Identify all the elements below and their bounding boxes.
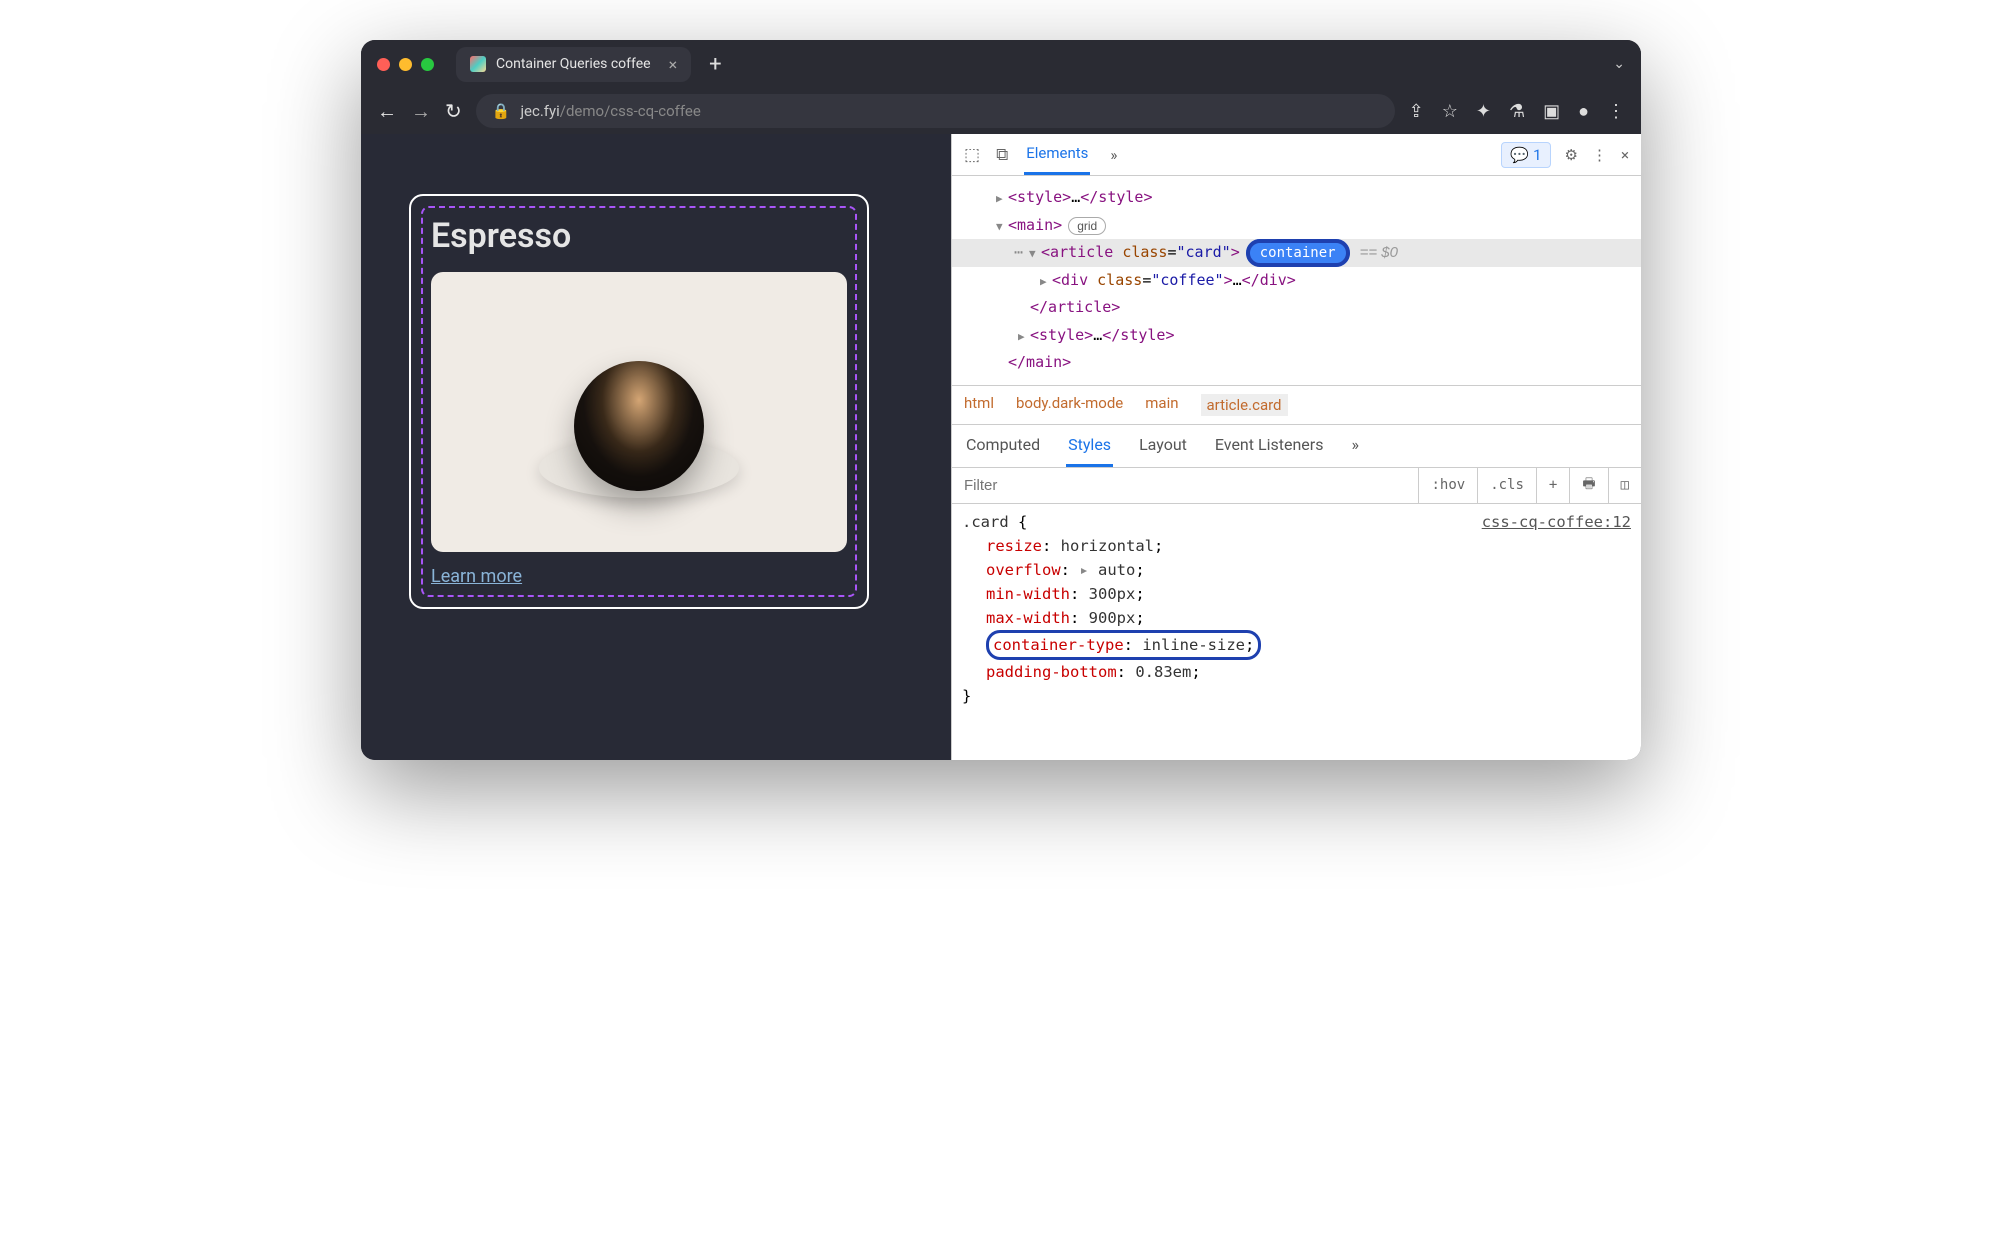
back-button[interactable]: ←	[377, 99, 397, 124]
filter-input[interactable]	[952, 477, 1418, 494]
tab-more[interactable]: »	[1108, 136, 1119, 174]
filter-bar: :hov .cls + 🖶 ◫	[952, 468, 1641, 504]
css-decl-highlighted[interactable]: container-type: inline-size;	[962, 630, 1631, 660]
address-bar: ← → ↻ 🔒 jec.fyi/demo/css-cq-coffee ⇪ ☆ ✦…	[361, 88, 1641, 134]
breadcrumb-item[interactable]: body.dark-mode	[1016, 394, 1123, 416]
devtools-header: ⬚ ⧉ Elements » 💬 1 ⚙ ⋮ ×	[952, 134, 1641, 176]
subtab-more[interactable]: »	[1349, 425, 1361, 467]
device-toggle-icon[interactable]: ⧉	[996, 145, 1008, 165]
toggle-panel-icon[interactable]: ◫	[1608, 468, 1641, 503]
forward-button[interactable]: →	[411, 99, 431, 124]
share-icon[interactable]: ⇪	[1409, 101, 1424, 122]
more-menu-icon[interactable]: ⋮	[1607, 101, 1625, 122]
subtab-events[interactable]: Event Listeners	[1213, 425, 1326, 467]
minimize-window-icon[interactable]	[399, 58, 412, 71]
messages-badge[interactable]: 💬 1	[1501, 142, 1550, 168]
close-window-icon[interactable]	[377, 58, 390, 71]
css-decl[interactable]: overflow: ▸ auto;	[962, 558, 1631, 582]
subtab-computed[interactable]: Computed	[964, 425, 1042, 467]
webpage: Espresso Learn more	[361, 134, 951, 760]
subtab-styles[interactable]: Styles	[1066, 425, 1113, 467]
styles-pane[interactable]: css-cq-coffee:12 .card { resize: horizon…	[952, 504, 1641, 714]
css-decl[interactable]: min-width: 300px;	[962, 582, 1631, 606]
tabs-menu-icon[interactable]: ⌄	[1613, 56, 1625, 72]
source-link[interactable]: css-cq-coffee:12	[1482, 510, 1631, 534]
url-text: jec.fyi/demo/css-cq-coffee	[520, 102, 700, 120]
breadcrumb-item-selected[interactable]: article.card	[1201, 394, 1288, 416]
dom-tree[interactable]: ▶<style>…</style> ▼<main>grid ⋯▼<article…	[952, 176, 1641, 385]
css-decl[interactable]: resize: horizontal;	[962, 534, 1631, 558]
traffic-lights	[377, 58, 434, 71]
card: Espresso Learn more	[409, 194, 869, 609]
styles-subtabs: Computed Styles Layout Event Listeners »	[952, 425, 1641, 468]
lock-icon: 🔒	[492, 102, 511, 120]
extensions-icon[interactable]: ✦	[1476, 101, 1491, 122]
favicon-icon	[470, 56, 486, 72]
settings-icon[interactable]: ⚙	[1565, 146, 1578, 164]
subtab-layout[interactable]: Layout	[1137, 425, 1189, 467]
breadcrumb-item[interactable]: main	[1145, 394, 1178, 416]
breadcrumb: html body.dark-mode main article.card	[952, 385, 1641, 425]
devtools-right: 💬 1 ⚙ ⋮ ×	[1501, 142, 1629, 168]
hov-toggle[interactable]: :hov	[1418, 468, 1477, 503]
url-input[interactable]: 🔒 jec.fyi/demo/css-cq-coffee	[476, 94, 1395, 128]
tab-title: Container Queries coffee	[496, 56, 651, 72]
pin-icon[interactable]: 🖶	[1569, 468, 1607, 503]
dom-line[interactable]: ▶<style>…</style>	[952, 322, 1641, 350]
dom-line[interactable]: </article>	[952, 294, 1641, 322]
learn-more-link[interactable]: Learn more	[431, 566, 522, 587]
devtools: ⬚ ⧉ Elements » 💬 1 ⚙ ⋮ × ▶<style>…</styl…	[951, 134, 1641, 760]
grid-badge[interactable]: grid	[1068, 217, 1106, 235]
new-tab-button[interactable]: +	[709, 52, 721, 77]
kebab-menu-icon[interactable]: ⋮	[1592, 146, 1607, 164]
inspect-icon[interactable]: ⬚	[964, 145, 980, 165]
coffee-image	[431, 272, 847, 552]
container-badge[interactable]: container	[1246, 239, 1350, 267]
tab-close-icon[interactable]: ×	[669, 55, 678, 74]
devtools-tabs: Elements »	[1024, 134, 1485, 175]
maximize-window-icon[interactable]	[421, 58, 434, 71]
titlebar: Container Queries coffee × + ⌄	[361, 40, 1641, 88]
dom-line[interactable]: ▶<div class="coffee">…</div>	[952, 267, 1641, 295]
account-icon[interactable]: ●	[1578, 101, 1589, 122]
css-rule-close: }	[962, 684, 1631, 708]
tab-elements[interactable]: Elements	[1024, 134, 1090, 175]
cls-toggle[interactable]: .cls	[1477, 468, 1536, 503]
bookmark-icon[interactable]: ☆	[1442, 101, 1458, 122]
sidepanel-icon[interactable]: ▣	[1543, 101, 1560, 122]
new-rule-button[interactable]: +	[1536, 468, 1569, 503]
dom-line[interactable]: </main>	[952, 349, 1641, 377]
dom-line-selected[interactable]: ⋯▼<article class="card">container== $0	[952, 239, 1641, 267]
toolbar-icons: ⇪ ☆ ✦ ⚗ ▣ ● ⋮	[1409, 101, 1625, 122]
card-heading: Espresso	[431, 216, 847, 256]
browser-window: Container Queries coffee × + ⌄ ← → ↻ 🔒 j…	[361, 40, 1641, 760]
dom-line[interactable]: ▶<style>…</style>	[952, 184, 1641, 212]
css-decl[interactable]: padding-bottom: 0.83em;	[962, 660, 1631, 684]
css-decl[interactable]: max-width: 900px;	[962, 606, 1631, 630]
reload-button[interactable]: ↻	[445, 99, 462, 123]
breadcrumb-item[interactable]: html	[964, 394, 994, 416]
browser-tab[interactable]: Container Queries coffee ×	[456, 47, 691, 82]
dom-line[interactable]: ▼<main>grid	[952, 212, 1641, 240]
content-area: Espresso Learn more ⬚ ⧉ Elements » 💬 1 ⚙…	[361, 134, 1641, 760]
devtools-close-icon[interactable]: ×	[1621, 146, 1629, 164]
experiments-icon[interactable]: ⚗	[1509, 101, 1525, 122]
